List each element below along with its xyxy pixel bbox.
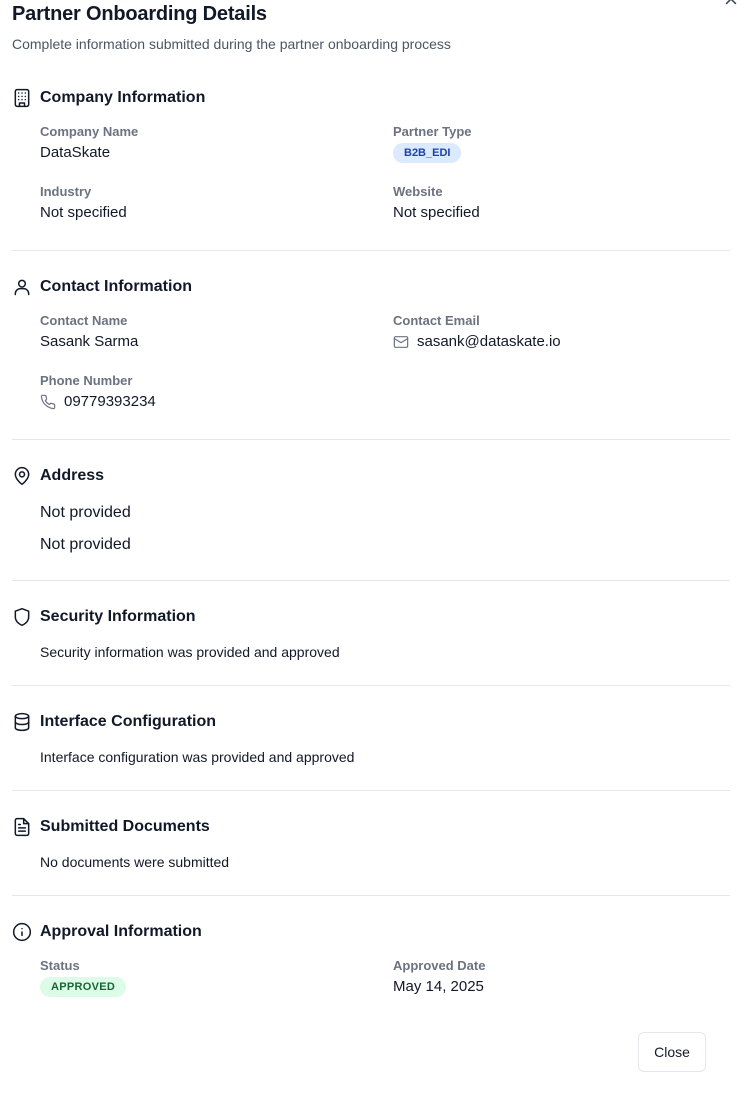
status-label: Status	[40, 958, 80, 973]
building-icon	[14, 88, 30, 108]
company-section-title: Company Information	[40, 89, 206, 106]
database-icon	[14, 712, 30, 732]
status-badge: APPROVED	[40, 977, 127, 997]
divider	[12, 895, 730, 896]
company-section: Company Information Company Name DataSka…	[12, 88, 730, 238]
divider	[12, 790, 730, 791]
address-line-2: Not provided	[40, 536, 131, 553]
documents-section: Submitted Documents No documents were su…	[12, 817, 730, 877]
contact-email-label: Contact Email	[393, 313, 480, 328]
partner-type-field: Partner Type B2B_EDI	[393, 124, 472, 163]
website-value: Not specified	[393, 204, 480, 221]
phone-label: Phone Number	[40, 373, 133, 388]
approved-date-field: Approved Date May 14, 2025	[393, 958, 485, 995]
address-section-title: Address	[40, 467, 105, 484]
divider	[12, 580, 730, 581]
interface-section: Interface Configuration Interface config…	[12, 712, 730, 772]
contact-email-value[interactable]: sasank@dataskate.io	[417, 333, 561, 350]
security-section-title: Security Information	[40, 608, 196, 625]
close-button[interactable]: Close	[638, 1032, 706, 1072]
map-pin-icon	[14, 466, 30, 486]
company-name-label: Company Name	[40, 124, 139, 139]
mail-icon	[393, 335, 409, 348]
contact-name-value: Sasank Sarma	[40, 333, 139, 350]
website-label: Website	[393, 184, 443, 199]
divider	[12, 685, 730, 686]
close-icon[interactable]	[722, 0, 740, 8]
info-icon	[12, 922, 32, 942]
partner-details-dialog: Partner Onboarding Details Complete info…	[0, 0, 745, 1106]
approved-date-label: Approved Date	[393, 958, 486, 973]
approval-section: Approval Information Status APPROVED App…	[12, 922, 730, 1012]
industry-field: Industry Not specified	[40, 184, 127, 221]
security-status-text: Security information was provided and ap…	[40, 644, 340, 660]
contact-email-field: Contact Email sasank@dataskate.io	[393, 313, 561, 350]
contact-section: Contact Information Contact Name Sasank …	[12, 277, 730, 427]
documents-section-title: Submitted Documents	[40, 818, 210, 835]
contact-section-title: Contact Information	[40, 278, 192, 295]
divider	[12, 439, 730, 440]
divider	[12, 250, 730, 251]
contact-name-label: Contact Name	[40, 313, 128, 328]
partner-type-badge: B2B_EDI	[393, 143, 462, 163]
industry-label: Industry	[40, 184, 92, 199]
contact-name-field: Contact Name Sasank Sarma	[40, 313, 138, 350]
company-name-field: Company Name DataSkate	[40, 124, 138, 161]
status-field: Status APPROVED	[40, 958, 127, 997]
website-field: Website Not specified	[393, 184, 480, 221]
address-section: Address Not provided Not provided	[12, 466, 730, 566]
user-icon	[14, 279, 30, 296]
interface-status-text: Interface configuration was provided and…	[40, 749, 355, 765]
dialog-subtitle: Complete information submitted during th…	[12, 36, 451, 52]
interface-section-title: Interface Configuration	[40, 713, 217, 730]
security-section: Security Information Security informatio…	[12, 607, 730, 667]
phone-field: Phone Number 09779393234	[40, 373, 156, 410]
approved-date-value: May 14, 2025	[393, 978, 484, 995]
partner-type-label: Partner Type	[393, 124, 472, 139]
address-line-1: Not provided	[40, 504, 131, 521]
industry-value: Not specified	[40, 204, 127, 221]
approval-section-title: Approval Information	[40, 923, 202, 940]
phone-value[interactable]: 09779393234	[64, 393, 156, 410]
documents-status-text: No documents were submitted	[40, 854, 230, 870]
phone-icon	[40, 394, 56, 409]
company-name-value: DataSkate	[40, 144, 111, 161]
dialog-title: Partner Onboarding Details	[12, 3, 267, 25]
shield-icon	[14, 607, 30, 627]
file-text-icon	[14, 817, 30, 837]
